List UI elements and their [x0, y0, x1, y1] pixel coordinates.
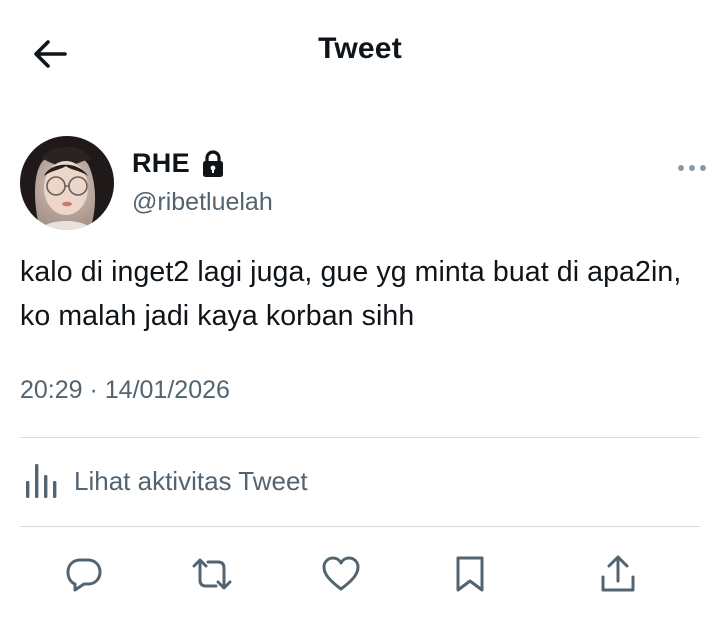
retweet-button[interactable] — [188, 548, 236, 600]
bookmark-icon — [456, 556, 484, 592]
share-icon — [601, 555, 635, 592]
divider — [20, 437, 700, 438]
avatar[interactable] — [20, 136, 114, 230]
author-name-row[interactable]: RHE — [132, 148, 226, 179]
heart-icon — [322, 556, 360, 591]
lock-icon — [200, 149, 226, 178]
tweet-activity-label: Lihat aktivitas Tweet — [74, 465, 308, 496]
display-name: RHE — [132, 148, 190, 178]
tweet-activity-link[interactable]: Lihat aktivitas Tweet — [24, 462, 308, 500]
author-handle[interactable]: @ribetluelah — [132, 188, 273, 217]
bookmark-button[interactable] — [446, 548, 494, 600]
reply-icon — [66, 558, 102, 592]
divider — [20, 526, 700, 527]
top-bar: Tweet — [0, 0, 720, 104]
page-title: Tweet — [318, 32, 402, 65]
avatar-image — [20, 136, 114, 230]
tweet-text: kalo di inget2 lagi juga, gue yg minta b… — [20, 256, 682, 332]
analytics-icon — [26, 464, 57, 498]
like-button[interactable] — [317, 548, 365, 600]
share-button[interactable] — [594, 548, 642, 600]
tweet-actions-bar — [0, 548, 720, 604]
tweet-timestamp[interactable]: 20:29 · 14/01/2026 — [20, 376, 230, 405]
more-options-button[interactable] — [674, 156, 710, 180]
reply-button[interactable] — [60, 548, 108, 600]
tweet-author: RHE @ribetluelah — [20, 136, 710, 236]
retweet-icon — [192, 558, 232, 590]
more-horizontal-icon — [678, 165, 706, 171]
